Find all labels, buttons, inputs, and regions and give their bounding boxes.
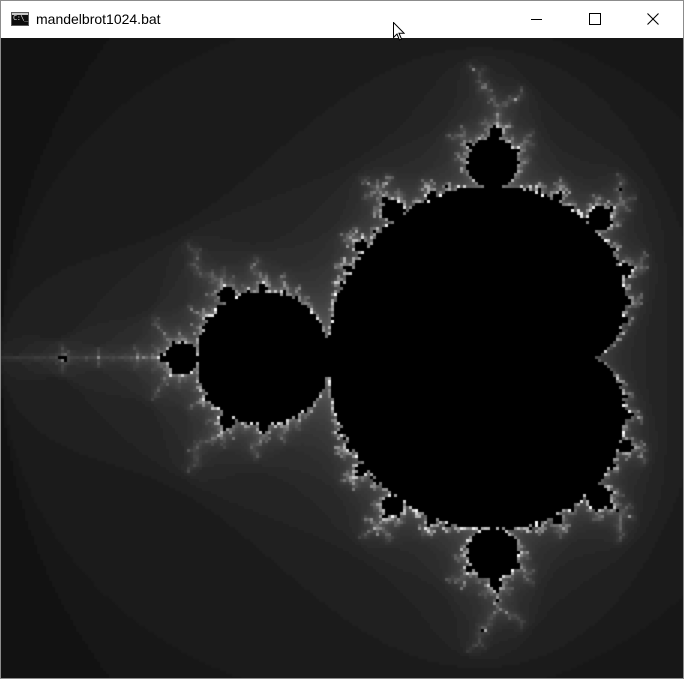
title-bar[interactable]: C:\_ mandelbrot1024.bat [1, 1, 683, 38]
maximize-button[interactable] [566, 1, 624, 38]
mouse-pointer-icon [393, 22, 405, 41]
minimize-icon [531, 19, 542, 20]
close-icon [647, 13, 659, 25]
console-icon[interactable]: C:\_ [11, 12, 29, 26]
console-icon-prompt: C:\_ [13, 14, 28, 22]
mandelbrot-canvas[interactable] [1, 38, 683, 678]
console-window: C:\_ mandelbrot1024.bat [0, 0, 684, 679]
fractal-output[interactable] [1, 38, 683, 678]
close-button[interactable] [624, 1, 682, 38]
window-title: mandelbrot1024.bat [36, 11, 161, 27]
minimize-button[interactable] [508, 1, 566, 38]
maximize-icon [589, 13, 601, 25]
